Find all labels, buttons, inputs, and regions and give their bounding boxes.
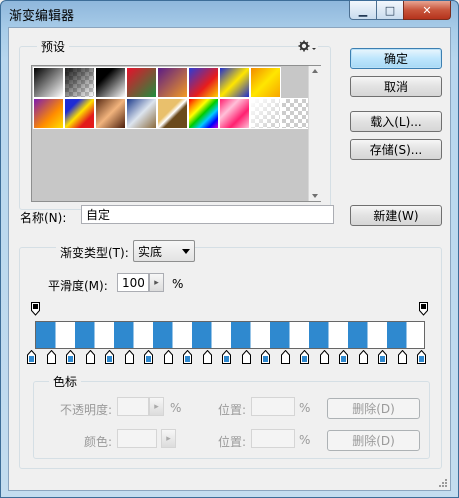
smoothness-label: 平滑度(M): [48, 279, 108, 293]
color-stop[interactable] [300, 350, 309, 364]
color-stop[interactable] [242, 350, 251, 364]
chevron-right-icon: ▸ [154, 277, 159, 288]
opacity-stop-left[interactable] [31, 302, 40, 316]
dialog-client: 预设 确定 取消 载入(L)... 存储(S)... 名称(N): 自定 新建(… [8, 27, 451, 491]
maximize-button[interactable]: □ [376, 1, 404, 20]
opacity-dropdown[interactable]: ▸ [149, 397, 164, 416]
preset-swatch[interactable] [250, 98, 281, 129]
color-stops-label: 色标 [49, 373, 82, 390]
cancel-button[interactable]: 取消 [350, 76, 442, 97]
color-stop[interactable] [27, 350, 36, 364]
opacity-label: 不透明度: [60, 403, 113, 417]
chevron-right-icon: ▸ [154, 401, 159, 412]
color-stop[interactable] [398, 350, 407, 364]
close-icon: ✕ [422, 3, 432, 17]
gear-icon [298, 40, 316, 52]
color-stop[interactable] [359, 350, 368, 364]
color-stop[interactable] [47, 350, 56, 364]
opacity-location-unit: % [299, 401, 311, 415]
save-button[interactable]: 存储(S)... [350, 139, 442, 160]
color-stop[interactable] [378, 350, 387, 364]
color-stop[interactable] [281, 350, 290, 364]
preset-swatch[interactable] [250, 67, 281, 98]
presets-menu-button[interactable] [298, 39, 318, 53]
presets-label: 预设 [37, 38, 70, 55]
preset-swatches-panel [31, 65, 321, 202]
resize-grip-icon[interactable] [438, 478, 448, 488]
window-title: 渐变编辑器 [9, 9, 75, 24]
color-stop[interactable] [144, 350, 153, 364]
color-stop[interactable] [417, 350, 426, 364]
smoothness-input[interactable] [117, 273, 149, 292]
gradient-editor-window: 渐变编辑器 ▁ □ ✕ 预设 确定 取消 载入(L)... 存储(S)... 名… [0, 0, 459, 498]
preset-swatch[interactable] [95, 67, 126, 98]
color-stop[interactable] [222, 350, 231, 364]
preset-swatch[interactable] [188, 98, 219, 129]
color-label: 颜色: [84, 435, 113, 449]
color-stop[interactable] [183, 350, 192, 364]
preset-swatch[interactable] [33, 67, 64, 98]
color-stop[interactable] [339, 350, 348, 364]
color-stop[interactable] [66, 350, 75, 364]
color-stop[interactable] [203, 350, 212, 364]
preset-swatch[interactable] [33, 98, 64, 129]
opacity-delete-button[interactable]: 删除(D) [327, 398, 420, 419]
scroll-down-icon [312, 194, 318, 198]
opacity-unit: % [170, 401, 182, 415]
new-button[interactable]: 新建(W) [350, 205, 442, 226]
color-location-input[interactable] [251, 429, 295, 448]
color-stop[interactable] [164, 350, 173, 364]
minimize-button[interactable]: ▁ [349, 1, 377, 20]
ok-button[interactable]: 确定 [350, 48, 442, 69]
preset-swatch[interactable] [219, 98, 250, 129]
close-button[interactable]: ✕ [403, 1, 451, 20]
presets-scrollbar[interactable] [308, 66, 321, 201]
color-stop[interactable] [86, 350, 95, 364]
maximize-icon: □ [384, 3, 396, 17]
opacity-location-input[interactable] [251, 397, 295, 416]
gradient-preview-bar[interactable] [35, 321, 425, 349]
gradient-type-label: 渐变类型(T): [56, 244, 133, 261]
opacity-input[interactable] [117, 397, 149, 416]
name-input[interactable] [81, 205, 334, 224]
preset-swatch[interactable] [95, 98, 126, 129]
gradient-type-value: 实底 [138, 245, 163, 259]
chevron-down-icon [182, 249, 190, 254]
color-stop[interactable] [105, 350, 114, 364]
smoothness-dropdown[interactable]: ▸ [149, 273, 164, 292]
scroll-up-icon [312, 69, 318, 73]
color-stop[interactable] [261, 350, 270, 364]
color-delete-button[interactable]: 删除(D) [327, 430, 420, 451]
color-stop[interactable] [125, 350, 134, 364]
color-location-unit: % [299, 433, 311, 447]
preset-swatch[interactable] [157, 98, 188, 129]
preset-swatch[interactable] [188, 67, 219, 98]
preset-swatch[interactable] [219, 67, 250, 98]
color-stop[interactable] [320, 350, 329, 364]
minimize-icon: ▁ [358, 3, 368, 17]
chevron-right-icon: ▸ [166, 433, 171, 444]
color-location-label: 位置: [218, 435, 247, 449]
load-button[interactable]: 载入(L)... [350, 111, 442, 132]
preset-swatch[interactable] [157, 67, 188, 98]
color-picker-dropdown[interactable]: ▸ [161, 429, 176, 448]
title-bar[interactable]: 渐变编辑器 ▁ □ ✕ [1, 1, 458, 27]
name-label: 名称(N): [20, 211, 67, 225]
color-swatch-field[interactable] [117, 429, 157, 448]
preset-swatch[interactable] [64, 67, 95, 98]
gradient-type-select[interactable]: 实底 [133, 240, 195, 262]
opacity-stop-right[interactable] [419, 302, 428, 316]
preset-swatch[interactable] [126, 67, 157, 98]
preset-swatch[interactable] [64, 98, 95, 129]
preset-swatch[interactable] [126, 98, 157, 129]
smoothness-unit: % [172, 277, 184, 291]
opacity-location-label: 位置: [218, 403, 247, 417]
